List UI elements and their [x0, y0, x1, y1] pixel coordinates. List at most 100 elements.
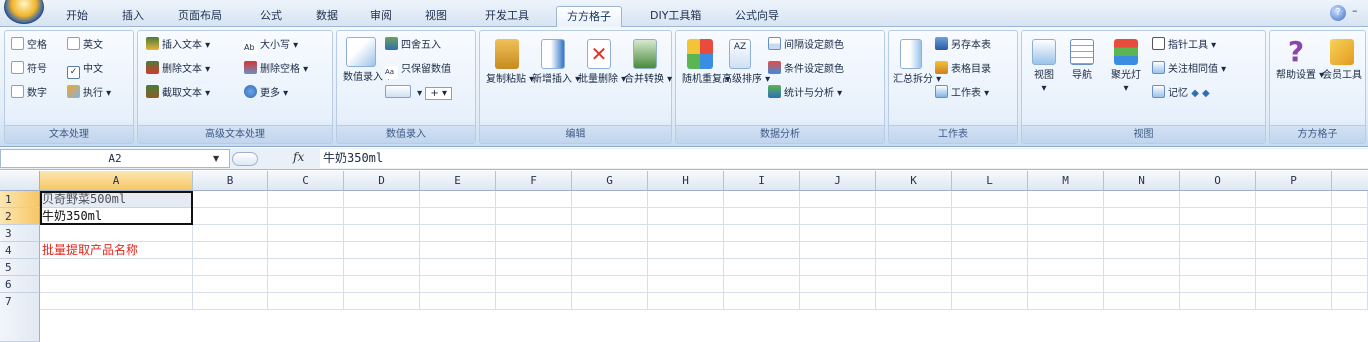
col-header-i[interactable]: I [724, 171, 800, 191]
watch-same-value-button[interactable]: 关注相同值 ▾ [1152, 61, 1226, 79]
grid-cell[interactable] [1180, 276, 1256, 293]
round-button[interactable]: 四舍五入 [385, 37, 441, 55]
grid-cell[interactable] [1104, 225, 1180, 242]
grid-cell[interactable] [1180, 259, 1256, 276]
grid-cell[interactable] [648, 191, 724, 208]
grid-cell[interactable] [1028, 276, 1104, 293]
spotlight-button[interactable]: 聚光灯 ▾ [1108, 39, 1144, 95]
grid-cell[interactable] [40, 293, 193, 310]
grid-cell[interactable] [1332, 191, 1368, 208]
col-header-h[interactable]: H [648, 171, 724, 191]
grid-cell[interactable] [724, 293, 800, 310]
chinese-checkbox[interactable]: ✓ 中文 [67, 61, 103, 79]
grid-cell[interactable] [800, 276, 876, 293]
grid-cell[interactable] [1028, 293, 1104, 310]
grid-cell[interactable] [1256, 242, 1332, 259]
symbol-checkbox[interactable]: 符号 [11, 61, 47, 79]
grid-cell[interactable] [1332, 208, 1368, 225]
col-header-d[interactable]: D [344, 171, 420, 191]
grid-cell[interactable] [1180, 242, 1256, 259]
cell-a1[interactable]: 贝奇野菜500ml [40, 191, 193, 208]
grid-cell[interactable] [40, 276, 193, 293]
grid-cell[interactable] [648, 225, 724, 242]
chevron-down-icon[interactable]: ▼ [213, 154, 219, 163]
grid-cell[interactable] [724, 242, 800, 259]
name-box[interactable]: A2 [0, 149, 230, 168]
row-header-4[interactable]: 4 [0, 242, 40, 259]
grid-cell[interactable] [1332, 276, 1368, 293]
grid-cell[interactable] [876, 208, 952, 225]
data-entry-button[interactable]: 数值录入 ▾ [343, 37, 391, 84]
grid-cell[interactable] [952, 225, 1028, 242]
more-button[interactable]: 更多 ▾ [244, 85, 288, 103]
advanced-sort-button[interactable]: AZ 高级排序 ▾ [722, 39, 770, 86]
extract-text-button[interactable]: 截取文本 ▾ [146, 85, 210, 103]
select-all-corner[interactable] [0, 171, 40, 191]
grid-cell[interactable] [876, 276, 952, 293]
grid-cell[interactable] [344, 242, 420, 259]
nav-arrows-icon[interactable]: ◆ ◆ [1191, 88, 1210, 99]
grid-cell[interactable] [1256, 208, 1332, 225]
formula-input[interactable]: 牛奶350ml [320, 149, 1368, 168]
keep-values-button[interactable]: Aa 只保留数值 [385, 61, 451, 79]
execute-button[interactable]: 执行 ▾ [67, 85, 111, 103]
grid-cell[interactable] [572, 242, 648, 259]
row-header-5[interactable]: 5 [0, 259, 40, 276]
grid-cell[interactable] [648, 208, 724, 225]
help-settings-button[interactable]: ? 帮助设置 ▾ [1276, 38, 1324, 82]
grid-cell[interactable] [572, 276, 648, 293]
col-header-p[interactable]: P [1256, 171, 1332, 191]
grid-cell[interactable] [193, 191, 268, 208]
col-header-a[interactable]: A [40, 171, 193, 191]
grid-cell[interactable] [496, 191, 572, 208]
grid-cell[interactable] [420, 293, 496, 310]
grid-cell[interactable] [268, 208, 344, 225]
grid-cell[interactable] [268, 259, 344, 276]
grid-cell[interactable] [1256, 225, 1332, 242]
grid-cell[interactable] [420, 276, 496, 293]
interval-color-button[interactable]: 间隔设定颜色 [768, 37, 844, 55]
delete-text-button[interactable]: 删除文本 ▾ [146, 61, 210, 79]
batch-delete-button[interactable]: ✕ 批量删除 ▾ [578, 39, 626, 86]
grid-cell[interactable] [1104, 276, 1180, 293]
grid-cell[interactable] [648, 293, 724, 310]
row-header-1[interactable]: 1 [0, 191, 40, 208]
grid-cell[interactable] [876, 242, 952, 259]
grid-cell[interactable] [1180, 225, 1256, 242]
grid-cell[interactable] [572, 191, 648, 208]
grid-cell[interactable] [268, 242, 344, 259]
grid-cell[interactable] [724, 225, 800, 242]
grid-cell[interactable] [952, 276, 1028, 293]
grid-cell[interactable] [420, 208, 496, 225]
copy-paste-button[interactable]: 复制粘贴 ▾ [486, 39, 534, 86]
grid-cell[interactable] [800, 225, 876, 242]
space-checkbox[interactable]: 空格 [11, 37, 47, 55]
tab-home[interactable]: 开始 [56, 6, 98, 27]
grid-cell[interactable] [800, 191, 876, 208]
grid-cell[interactable] [193, 242, 268, 259]
worksheet-button[interactable]: 工作表 ▾ [935, 85, 989, 103]
tab-insert[interactable]: 插入 [112, 6, 154, 27]
grid-cell[interactable] [648, 259, 724, 276]
grid-cell[interactable] [496, 208, 572, 225]
col-header-f[interactable]: F [496, 171, 572, 191]
grid-cell[interactable] [1332, 259, 1368, 276]
tab-data[interactable]: 数据 [306, 6, 348, 27]
grid-cell[interactable] [572, 225, 648, 242]
grid-cell[interactable] [268, 225, 344, 242]
grid-cell[interactable] [1104, 208, 1180, 225]
tab-formulas[interactable]: 公式 [250, 6, 292, 27]
grid-cell[interactable] [800, 293, 876, 310]
insert-text-button[interactable]: 插入文本 ▾ [146, 37, 210, 55]
grid-cell[interactable] [40, 225, 193, 242]
col-header-c[interactable]: C [268, 171, 344, 191]
col-header-b[interactable]: B [193, 171, 268, 191]
col-header-o[interactable]: O [1180, 171, 1256, 191]
tab-diy-toolbox[interactable]: DIY工具箱 [640, 6, 711, 27]
grid-cell[interactable] [800, 259, 876, 276]
grid-cell[interactable] [876, 191, 952, 208]
grid-cell[interactable] [193, 276, 268, 293]
grid-cell[interactable] [40, 259, 193, 276]
grid-cell[interactable] [268, 276, 344, 293]
grid-cell[interactable] [648, 242, 724, 259]
